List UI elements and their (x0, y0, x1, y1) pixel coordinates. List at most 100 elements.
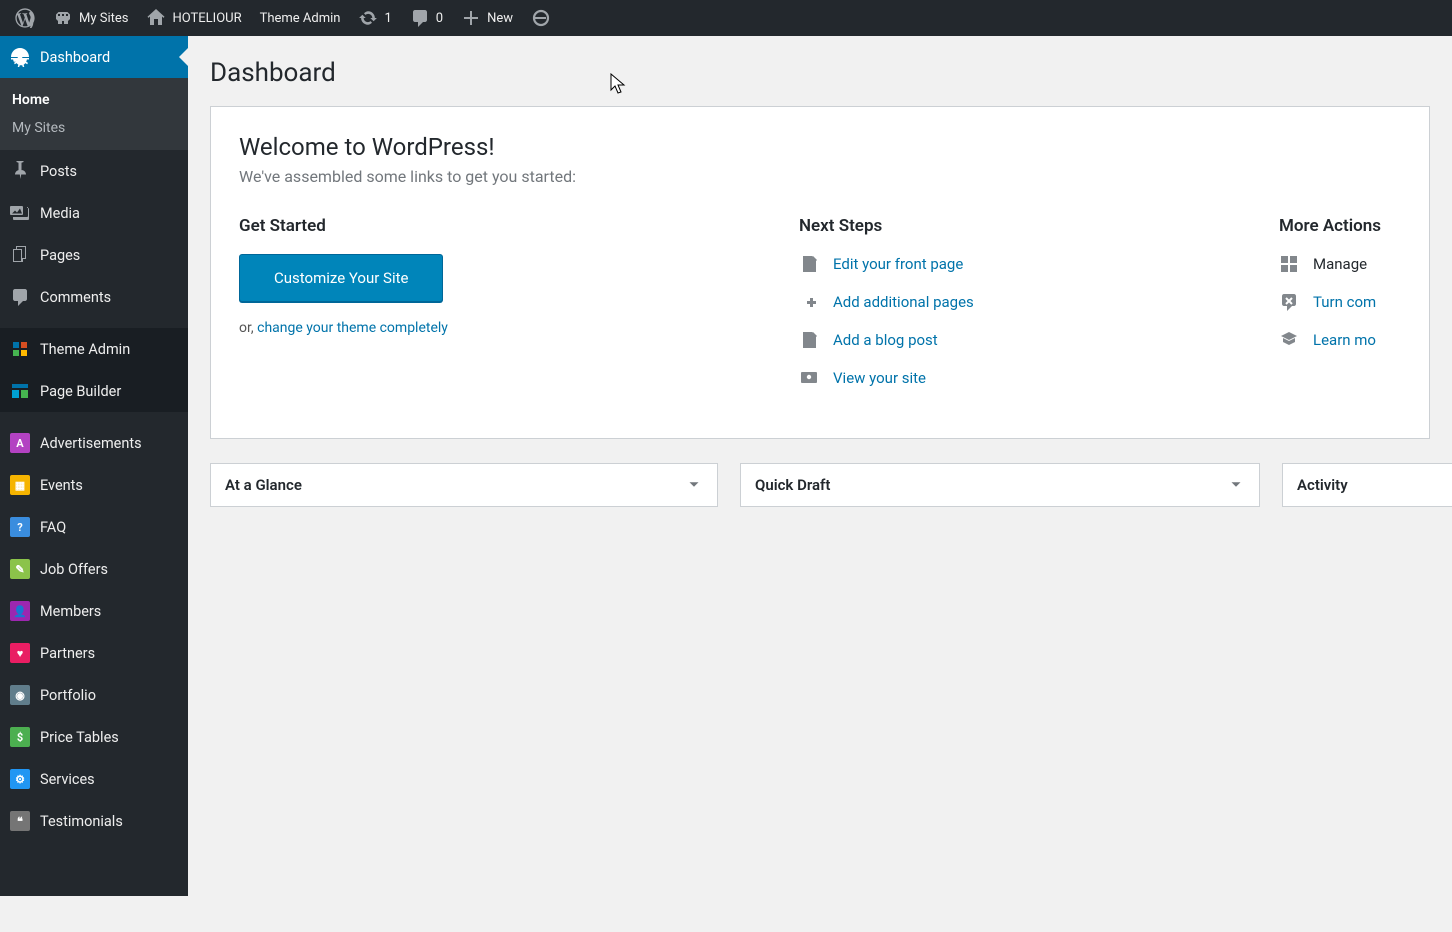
menu-testimonials-label: Testimonials (40, 813, 123, 830)
menu-portfolio-label: Portfolio (40, 687, 96, 704)
view-site-link[interactable]: View your site (833, 369, 926, 387)
menu-faq[interactable]: ? FAQ (0, 506, 188, 548)
menu-job-offers-label: Job Offers (40, 561, 108, 578)
menu-advertisements[interactable]: A Advertisements (0, 422, 188, 464)
price-tables-icon: $ (10, 727, 30, 747)
menu-posts-label: Posts (40, 163, 77, 180)
more-action-comments: Turn com (1279, 292, 1430, 312)
home-icon (146, 8, 166, 28)
comments-menu[interactable]: 0 (401, 0, 452, 36)
add-post-link[interactable]: Add a blog post (833, 331, 938, 349)
portfolio-icon: ◉ (10, 685, 30, 705)
advertisements-icon: A (10, 433, 30, 453)
metabox-quick-draft: Quick Draft (740, 463, 1260, 507)
menu-media[interactable]: Media (0, 192, 188, 234)
my-sites-label: My Sites (79, 11, 128, 26)
submenu-my-sites[interactable]: My Sites (0, 114, 188, 142)
wordpress-logo-icon (15, 8, 35, 28)
main-content: Dashboard Welcome to WordPress! We've as… (188, 36, 1452, 547)
menu-price-tables[interactable]: $ Price Tables (0, 716, 188, 758)
comments-count: 0 (436, 11, 443, 26)
or-prefix: or, (239, 320, 257, 336)
customize-site-button[interactable]: Customize Your Site (239, 254, 443, 302)
next-step-edit-front: Edit your front page (799, 254, 1259, 274)
or-change-theme: or, change your theme completely (239, 320, 779, 336)
menu-theme-admin[interactable]: Theme Admin (0, 328, 188, 370)
add-pages-link[interactable]: Add additional pages (833, 293, 974, 311)
page-title: Dashboard (210, 58, 1430, 88)
menu-pages[interactable]: Pages (0, 234, 188, 276)
my-sites-menu[interactable]: My Sites (44, 0, 137, 36)
events-icon: ▦ (10, 475, 30, 495)
write-blog-icon (799, 330, 819, 350)
dashboard-icon (10, 47, 30, 67)
quick-draft-header[interactable]: Quick Draft (741, 464, 1259, 506)
theme-admin-bar[interactable]: Theme Admin (251, 0, 350, 36)
site-name-menu[interactable]: HOTELIOUR (137, 0, 250, 36)
theme-admin-label: Theme Admin (260, 11, 341, 26)
dashboard-metaboxes: At a Glance Quick Draft Activity (210, 463, 1430, 507)
menu-comments-label: Comments (40, 289, 111, 306)
admin-toolbar: My Sites HOTELIOUR Theme Admin 1 0 New (0, 0, 1452, 36)
pushpin-icon (10, 161, 30, 181)
new-content-menu[interactable]: New (452, 0, 522, 36)
menu-services[interactable]: ⚙ Services (0, 758, 188, 800)
menu-testimonials[interactable]: ❝ Testimonials (0, 800, 188, 842)
more-actions-title: More Actions (1279, 216, 1430, 236)
edge-menu[interactable] (522, 0, 560, 36)
chevron-down-icon (1227, 476, 1245, 494)
menu-members-label: Members (40, 603, 101, 620)
learn-more-icon (1279, 330, 1299, 350)
menu-comments[interactable]: Comments (0, 276, 188, 318)
faq-icon: ? (10, 517, 30, 537)
comments-icon (10, 287, 30, 307)
wp-logo-menu[interactable] (6, 0, 44, 36)
get-started-title: Get Started (239, 216, 779, 236)
edit-front-link[interactable]: Edit your front page (833, 255, 963, 273)
get-started-column: Get Started Customize Your Site or, chan… (239, 216, 779, 406)
media-icon (10, 203, 30, 223)
quick-draft-title: Quick Draft (755, 476, 830, 494)
menu-job-offers[interactable]: ✎ Job Offers (0, 548, 188, 590)
add-page-icon (799, 292, 819, 312)
learn-more-link[interactable]: Learn mo (1313, 331, 1376, 349)
menu-pages-label: Pages (40, 247, 80, 264)
members-icon: 👤 (10, 601, 30, 621)
more-actions-column: More Actions Manage Turn com (1279, 216, 1430, 406)
menu-posts[interactable]: Posts (0, 150, 188, 192)
page-builder-icon (10, 381, 30, 401)
activity-header[interactable]: Activity (1283, 464, 1452, 506)
menu-events[interactable]: ▦ Events (0, 464, 188, 506)
updates-menu[interactable]: 1 (349, 0, 400, 36)
menu-price-tables-label: Price Tables (40, 729, 119, 746)
edge-icon (531, 8, 551, 28)
menu-media-label: Media (40, 205, 80, 222)
menu-dashboard-label: Dashboard (40, 49, 110, 66)
menu-partners[interactable]: ♥ Partners (0, 632, 188, 674)
next-step-view-site: View your site (799, 368, 1259, 388)
next-steps-title: Next Steps (799, 216, 1259, 236)
submenu-home[interactable]: Home (0, 86, 188, 114)
menu-page-builder[interactable]: Page Builder (0, 370, 188, 412)
testimonials-icon: ❝ (10, 811, 30, 831)
manage-text: Manage (1313, 255, 1367, 273)
metabox-activity: Activity (1282, 463, 1452, 507)
metabox-at-a-glance: At a Glance (210, 463, 718, 507)
welcome-heading: Welcome to WordPress! (239, 133, 1401, 161)
change-theme-link[interactable]: change your theme completely (257, 320, 448, 336)
menu-members[interactable]: 👤 Members (0, 590, 188, 632)
menu-faq-label: FAQ (40, 519, 66, 536)
menu-portfolio[interactable]: ◉ Portfolio (0, 674, 188, 716)
next-step-add-pages: Add additional pages (799, 292, 1259, 312)
partners-icon: ♥ (10, 643, 30, 663)
plus-icon (461, 8, 481, 28)
job-offers-icon: ✎ (10, 559, 30, 579)
activity-title: Activity (1297, 476, 1348, 494)
turn-comments-link[interactable]: Turn com (1313, 293, 1376, 311)
at-a-glance-header[interactable]: At a Glance (211, 464, 717, 506)
menu-dashboard[interactable]: Dashboard (0, 36, 188, 78)
dashboard-submenu: Home My Sites (0, 78, 188, 150)
comment-icon (410, 8, 430, 28)
menu-advertisements-label: Advertisements (40, 435, 142, 452)
menu-partners-label: Partners (40, 645, 95, 662)
